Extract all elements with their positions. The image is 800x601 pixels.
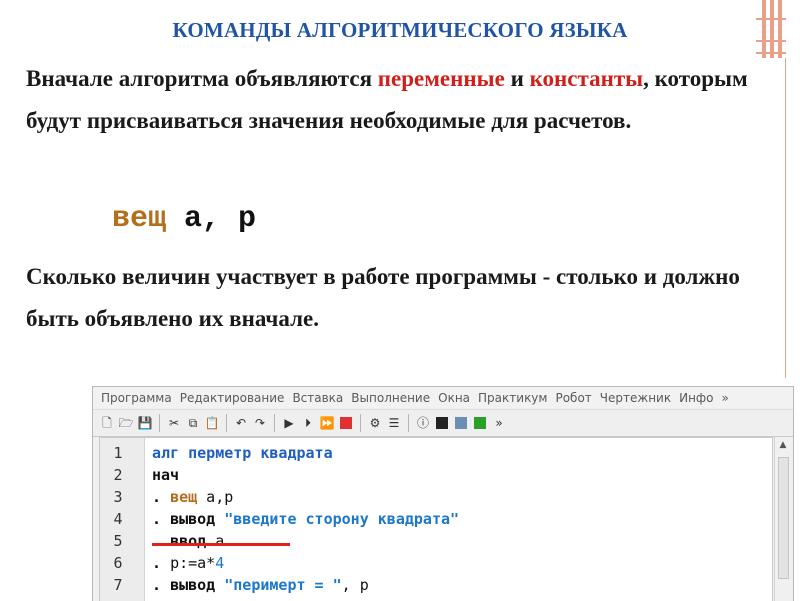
menu-item-2[interactable]: Вставка bbox=[288, 391, 347, 405]
code-token: 4 bbox=[215, 554, 225, 572]
code-line: 2 нач bbox=[100, 464, 772, 486]
code-line: 7. вывод "перимерт = ", р bbox=[100, 574, 772, 596]
code-token: вывод bbox=[170, 510, 225, 528]
menu-item-6[interactable]: Робот bbox=[551, 391, 595, 405]
open-folder-icon[interactable]: 🗁 bbox=[118, 415, 134, 431]
info-icon[interactable]: ⓘ bbox=[415, 415, 431, 431]
code-token: р:=а* bbox=[170, 554, 216, 572]
highlight-variables: переменные bbox=[377, 66, 505, 91]
code-token: . bbox=[152, 510, 171, 528]
toolbar-separator bbox=[408, 414, 409, 432]
green-field-icon[interactable] bbox=[472, 415, 488, 431]
code-line: 1 алг перметр квадрата bbox=[100, 442, 772, 464]
code-token: . bbox=[152, 576, 171, 594]
line-number: 4 bbox=[113, 510, 123, 528]
toolbar-separator bbox=[159, 414, 160, 432]
menu-item-3[interactable]: Выполнение bbox=[347, 391, 434, 405]
ide-menubar: Программа Редактирование Вставка Выполнение… bbox=[93, 387, 793, 409]
code-token: . bbox=[152, 554, 171, 572]
code-line: 4. вывод "введите сторону квадрата" bbox=[100, 508, 772, 530]
code-line: 5. ввод а bbox=[100, 530, 772, 552]
code-line: 3. вещ а,р bbox=[100, 486, 772, 508]
code-line: 6. р:=а*4 bbox=[100, 552, 772, 574]
line-number: 3 bbox=[113, 488, 123, 506]
ide-window: Программа Редактирование Вставка Выполнение… bbox=[92, 386, 794, 601]
code-text: . вывод "перимерт = ", р bbox=[152, 576, 369, 594]
run-icon[interactable]: ▶ bbox=[281, 415, 297, 431]
paste-icon[interactable]: 📋 bbox=[204, 415, 220, 431]
code-editor[interactable]: 1 алг перметр квадрата 2 нач 3. вещ а,р 4. вы… bbox=[99, 437, 773, 601]
declaration-vars: а, р bbox=[166, 202, 257, 236]
fields-icon[interactable]: ☰ bbox=[386, 415, 402, 431]
right-border-line bbox=[785, 58, 786, 378]
grid-icon[interactable] bbox=[434, 415, 450, 431]
code-token: а,р bbox=[197, 488, 234, 506]
slide-title: КОМАНДЫ АЛГОРИТМИЧЕСКОГО ЯЗЫКА bbox=[172, 18, 628, 42]
new-file-icon[interactable]: 🗋 bbox=[99, 415, 115, 431]
undo-icon[interactable]: ↶ bbox=[233, 415, 249, 431]
toolbar-separator bbox=[360, 414, 361, 432]
line-number: 7 bbox=[113, 576, 123, 594]
code-token: перметр квадрата bbox=[188, 444, 333, 462]
code-token: , р bbox=[341, 576, 369, 594]
intro-text-2: и bbox=[504, 66, 530, 91]
code-token: а bbox=[215, 532, 225, 550]
code-token: "перимерт = " bbox=[224, 576, 342, 594]
cut-icon[interactable]: ✂ bbox=[166, 415, 182, 431]
code-token: алг bbox=[152, 444, 189, 462]
redo-icon[interactable]: ↷ bbox=[252, 415, 268, 431]
summary-paragraph: Сколько величин участвует в работе прогр… bbox=[26, 264, 740, 331]
menu-item-1[interactable]: Редактирование bbox=[176, 391, 289, 405]
declaration-example: вещ а, р bbox=[112, 202, 256, 236]
menu-item-9[interactable]: » bbox=[718, 391, 733, 405]
declaration-underline bbox=[152, 543, 290, 546]
menu-item-4[interactable]: Окна bbox=[434, 391, 474, 405]
code-token: вывод bbox=[170, 576, 225, 594]
intro-text-1: Вначале алгоритма объявляются bbox=[26, 66, 378, 91]
menu-item-0[interactable]: Программа bbox=[97, 391, 176, 405]
code-text: . вывод "введите сторону квадрата" bbox=[152, 510, 459, 528]
highlight-constants: константы bbox=[529, 66, 644, 91]
intro-paragraph: Вначале алгоритма объявляются переменные… bbox=[26, 58, 770, 142]
declaration-keyword: вещ bbox=[112, 202, 167, 236]
code-token: . bbox=[152, 532, 171, 550]
menu-item-8[interactable]: Инфо bbox=[675, 391, 717, 405]
code-text: нач bbox=[152, 466, 179, 484]
copy-icon[interactable]: ⧉ bbox=[185, 415, 201, 431]
code-text: . вещ а,р bbox=[152, 488, 233, 506]
code-token: . bbox=[152, 488, 171, 506]
picture-icon[interactable] bbox=[453, 415, 469, 431]
code-token: нач bbox=[152, 466, 180, 484]
toolbar-separator bbox=[226, 414, 227, 432]
scroll-thumb[interactable] bbox=[778, 457, 789, 579]
robot-icon[interactable]: ⚙ bbox=[367, 415, 383, 431]
menu-item-7[interactable]: Чертежник bbox=[596, 391, 675, 405]
code-token: вещ bbox=[170, 488, 198, 506]
code-text: . ввод а bbox=[152, 532, 224, 550]
scroll-up-icon[interactable]: ▲ bbox=[777, 439, 789, 451]
code-token: ввод bbox=[170, 532, 216, 550]
line-number: 5 bbox=[113, 532, 123, 550]
stop-icon[interactable] bbox=[338, 415, 354, 431]
vertical-scrollbar[interactable]: ▲ bbox=[774, 437, 791, 601]
code-line: 8кон bbox=[100, 596, 772, 601]
line-number: 2 bbox=[113, 466, 123, 484]
toolbar-separator bbox=[274, 414, 275, 432]
code-token: "введите сторону квадрата" bbox=[224, 510, 460, 528]
ide-toolbar: 🗋 🗁 💾 ✂ ⧉ 📋 ↶ ↷ ▶ ⏵ ⏩ ⚙ ☰ ⓘ » bbox=[93, 409, 793, 437]
line-number: 1 bbox=[113, 444, 123, 462]
line-number: 6 bbox=[113, 554, 123, 572]
step-into-icon[interactable]: ⏩ bbox=[319, 415, 335, 431]
code-text: алг перметр квадрата bbox=[152, 444, 333, 462]
menu-item-5[interactable]: Практикум bbox=[474, 391, 551, 405]
step-icon[interactable]: ⏵ bbox=[300, 415, 316, 431]
code-text: . р:=а*4 bbox=[152, 554, 224, 572]
save-icon[interactable]: 💾 bbox=[137, 415, 153, 431]
more-icon[interactable]: » bbox=[491, 415, 507, 431]
